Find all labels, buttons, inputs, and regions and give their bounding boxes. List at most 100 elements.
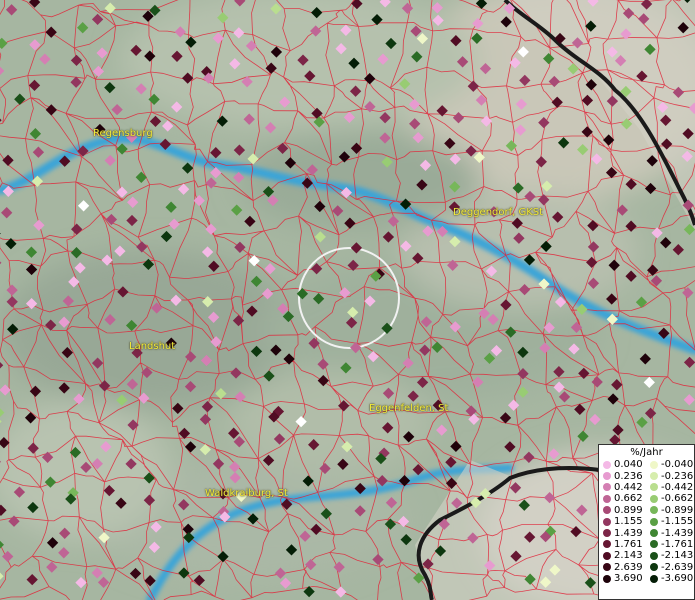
station-marker[interactable] xyxy=(273,433,286,445)
station-marker[interactable] xyxy=(683,394,695,406)
station-marker[interactable] xyxy=(229,472,241,484)
station-marker[interactable] xyxy=(265,62,277,74)
station-marker[interactable] xyxy=(538,116,550,129)
station-marker[interactable] xyxy=(0,456,1,468)
station-marker[interactable] xyxy=(71,223,83,235)
station-marker[interactable] xyxy=(24,412,37,424)
station-marker[interactable] xyxy=(182,72,194,84)
station-marker[interactable] xyxy=(518,499,530,511)
station-marker[interactable] xyxy=(577,143,589,156)
station-marker[interactable] xyxy=(61,346,73,359)
station-marker[interactable] xyxy=(467,532,479,544)
station-marker[interactable] xyxy=(205,223,217,235)
station-marker[interactable] xyxy=(548,75,560,88)
station-marker[interactable] xyxy=(385,37,397,50)
station-marker[interactable] xyxy=(116,394,128,406)
station-marker[interactable] xyxy=(184,380,197,393)
station-marker[interactable] xyxy=(98,531,110,544)
station-marker[interactable] xyxy=(587,277,600,289)
station-marker[interactable] xyxy=(507,399,520,411)
station-marker[interactable] xyxy=(151,302,163,314)
station-marker[interactable] xyxy=(379,112,391,124)
station-marker[interactable] xyxy=(419,344,431,356)
station-marker[interactable] xyxy=(410,25,422,37)
station-marker[interactable] xyxy=(26,573,38,586)
station-marker[interactable] xyxy=(606,293,618,305)
station-marker[interactable] xyxy=(400,533,412,546)
station-marker[interactable] xyxy=(312,293,325,305)
station-marker[interactable] xyxy=(0,539,4,551)
station-marker[interactable] xyxy=(104,81,116,94)
station-marker[interactable] xyxy=(0,114,2,126)
station-marker[interactable] xyxy=(91,567,103,579)
station-marker[interactable] xyxy=(261,288,274,300)
station-marker[interactable] xyxy=(403,431,415,443)
station-marker[interactable] xyxy=(505,140,518,152)
station-marker[interactable] xyxy=(144,50,156,62)
station-marker[interactable] xyxy=(138,392,150,404)
station-marker[interactable] xyxy=(337,458,349,470)
station-marker[interactable] xyxy=(246,305,258,317)
station-marker[interactable] xyxy=(478,307,490,320)
station-marker[interactable] xyxy=(317,358,329,370)
station-marker[interactable] xyxy=(279,96,291,108)
station-marker[interactable] xyxy=(231,204,243,216)
station-marker[interactable] xyxy=(518,283,531,296)
station-marker[interactable] xyxy=(178,427,191,440)
station-marker[interactable] xyxy=(343,111,356,124)
station-marker[interactable] xyxy=(285,544,298,556)
station-marker[interactable] xyxy=(499,412,512,424)
station-marker[interactable] xyxy=(32,146,45,158)
station-marker[interactable] xyxy=(647,264,659,276)
station-marker[interactable] xyxy=(640,0,653,10)
station-marker[interactable] xyxy=(490,344,503,357)
station-marker[interactable] xyxy=(605,166,618,179)
station-marker[interactable] xyxy=(144,575,156,587)
station-marker[interactable] xyxy=(91,13,104,26)
station-marker[interactable] xyxy=(25,263,38,276)
station-marker[interactable] xyxy=(270,46,283,58)
station-marker[interactable] xyxy=(413,572,425,584)
station-marker[interactable] xyxy=(625,270,637,282)
station-marker[interactable] xyxy=(540,240,552,253)
station-marker[interactable] xyxy=(58,316,70,328)
station-marker[interactable] xyxy=(210,336,222,348)
station-marker[interactable] xyxy=(646,155,658,167)
station-marker[interactable] xyxy=(0,415,2,428)
station-marker[interactable] xyxy=(505,326,517,338)
station-marker[interactable] xyxy=(299,530,311,542)
station-marker[interactable] xyxy=(130,44,142,57)
station-marker[interactable] xyxy=(372,553,384,566)
station-marker[interactable] xyxy=(247,513,259,525)
station-marker[interactable] xyxy=(688,102,695,114)
station-marker[interactable] xyxy=(500,16,512,28)
station-marker[interactable] xyxy=(333,561,345,573)
station-marker[interactable] xyxy=(639,353,651,365)
station-marker[interactable] xyxy=(228,427,240,439)
station-marker[interactable] xyxy=(402,357,414,369)
station-marker[interactable] xyxy=(364,101,376,113)
station-marker[interactable] xyxy=(449,321,461,333)
station-marker[interactable] xyxy=(384,518,397,530)
station-marker[interactable] xyxy=(80,461,92,474)
station-marker[interactable] xyxy=(210,167,222,179)
station-marker[interactable] xyxy=(511,217,523,229)
station-marker[interactable] xyxy=(74,262,86,274)
station-marker[interactable] xyxy=(436,424,448,436)
station-marker[interactable] xyxy=(58,382,70,394)
station-marker[interactable] xyxy=(644,182,657,195)
station-marker[interactable] xyxy=(168,218,180,230)
station-marker[interactable] xyxy=(382,387,395,399)
station-marker[interactable] xyxy=(551,96,563,108)
station-marker[interactable] xyxy=(340,362,352,374)
station-marker[interactable] xyxy=(105,213,118,226)
station-marker[interactable] xyxy=(306,164,318,176)
station-marker[interactable] xyxy=(185,36,197,48)
station-marker[interactable] xyxy=(0,384,11,396)
station-marker[interactable] xyxy=(620,118,633,130)
station-marker[interactable] xyxy=(193,574,205,587)
station-marker[interactable] xyxy=(445,477,458,489)
station-marker[interactable] xyxy=(661,138,673,150)
station-marker[interactable] xyxy=(270,3,282,15)
station-marker[interactable] xyxy=(247,153,259,165)
